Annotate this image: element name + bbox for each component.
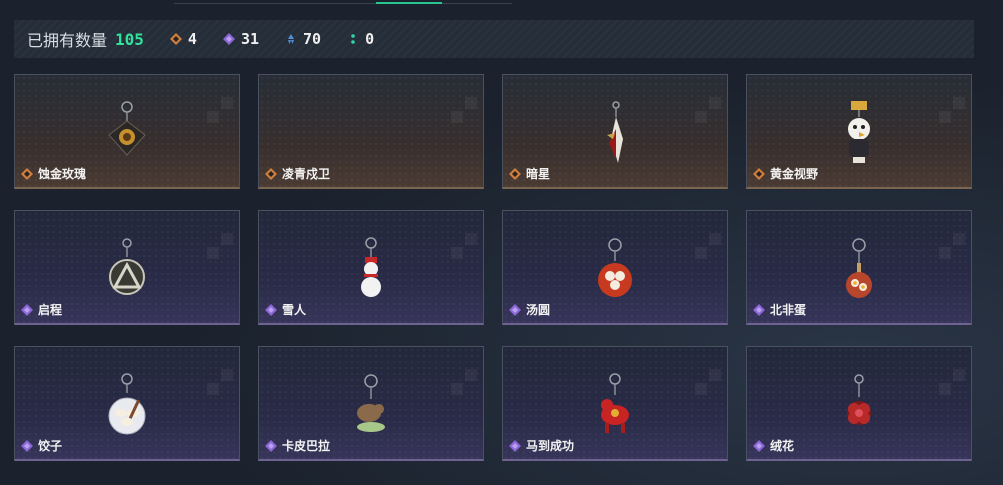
purple-diamond-icon [222,33,235,45]
item-card-guard[interactable]: 凌青戍卫 [258,74,484,189]
orange-diamond-icon [265,167,277,180]
purple-diamond-icon [753,303,765,316]
purple-diamond-icon [509,303,521,316]
item-card-horse-success[interactable]: 马到成功 [502,346,728,461]
owned-count-label: 已拥有数量 [27,33,108,50]
owned-summary-bar: 已拥有数量 105 4 31 70 0 [14,20,974,58]
purple-diamond-icon [21,303,33,316]
item-card-departure[interactable]: 启程 [14,210,240,325]
stat-orange: 4 [169,30,197,48]
stat-blue-value: 70 [303,30,322,48]
item-card-darkstar[interactable]: 暗星 [502,74,728,189]
item-name: 绒花 [753,437,794,454]
velvet-flower-charm-icon [829,371,889,446]
snowman-charm-icon [341,235,401,310]
golden-vision-figure-icon [829,99,889,174]
stat-green-value: 0 [365,30,375,48]
item-card-rose[interactable]: 蚀金玫瑰 [14,74,240,189]
stat-purple: 31 [222,30,260,48]
purple-diamond-icon [265,303,277,316]
orange-diamond-icon [169,33,182,45]
purple-diamond-icon [753,439,765,452]
orange-diamond-icon [509,167,521,180]
active-tab-indicator [376,2,442,4]
tangyuan-bowl-icon [585,235,645,310]
item-card-snowman[interactable]: 雪人 [258,210,484,325]
stat-purple-value: 31 [240,30,260,48]
top-tab-bar [174,0,512,4]
item-name: 汤圆 [509,301,550,318]
stat-orange-value: 4 [187,30,197,48]
item-name: 凌青戍卫 [265,165,330,182]
item-name: 卡皮巴拉 [265,437,330,454]
green-dots-icon [347,33,359,45]
orange-diamond-icon [753,167,765,180]
item-card-golden-vision[interactable]: 黄金视野 [746,74,972,189]
item-name: 蚀金玫瑰 [21,165,86,182]
purple-diamond-icon [21,439,33,452]
item-name: 黄金视野 [753,165,818,182]
stat-green: 0 [347,30,374,48]
item-card-tangyuan[interactable]: 汤圆 [502,210,728,325]
purple-diamond-icon [509,439,521,452]
rose-pendant-icon [97,99,157,174]
departure-emblem-icon [97,235,157,310]
dumpling-plate-icon [97,371,157,446]
blue-shard-icon [285,33,297,45]
item-card-dumpling[interactable]: 饺子 [14,346,240,461]
item-card-capybara[interactable]: 卡皮巴拉 [258,346,484,461]
item-card-velvet-flower[interactable]: 绒花 [746,346,972,461]
item-name: 暗星 [509,165,550,182]
darkstar-blade-icon [585,99,645,174]
purple-diamond-icon [265,439,277,452]
item-name: 饺子 [21,437,62,454]
owned-count-total: 105 [115,29,144,49]
item-name: 马到成功 [509,437,574,454]
shakshuka-pan-icon [829,235,889,310]
red-horse-charm-icon [585,371,645,446]
orange-diamond-icon [21,167,33,180]
item-card-shakshuka[interactable]: 北非蛋 [746,210,972,325]
capybara-charm-icon [341,371,401,446]
item-name: 雪人 [265,301,306,318]
item-name: 启程 [21,301,62,318]
item-name: 北非蛋 [753,301,806,318]
stat-blue: 70 [285,30,321,48]
